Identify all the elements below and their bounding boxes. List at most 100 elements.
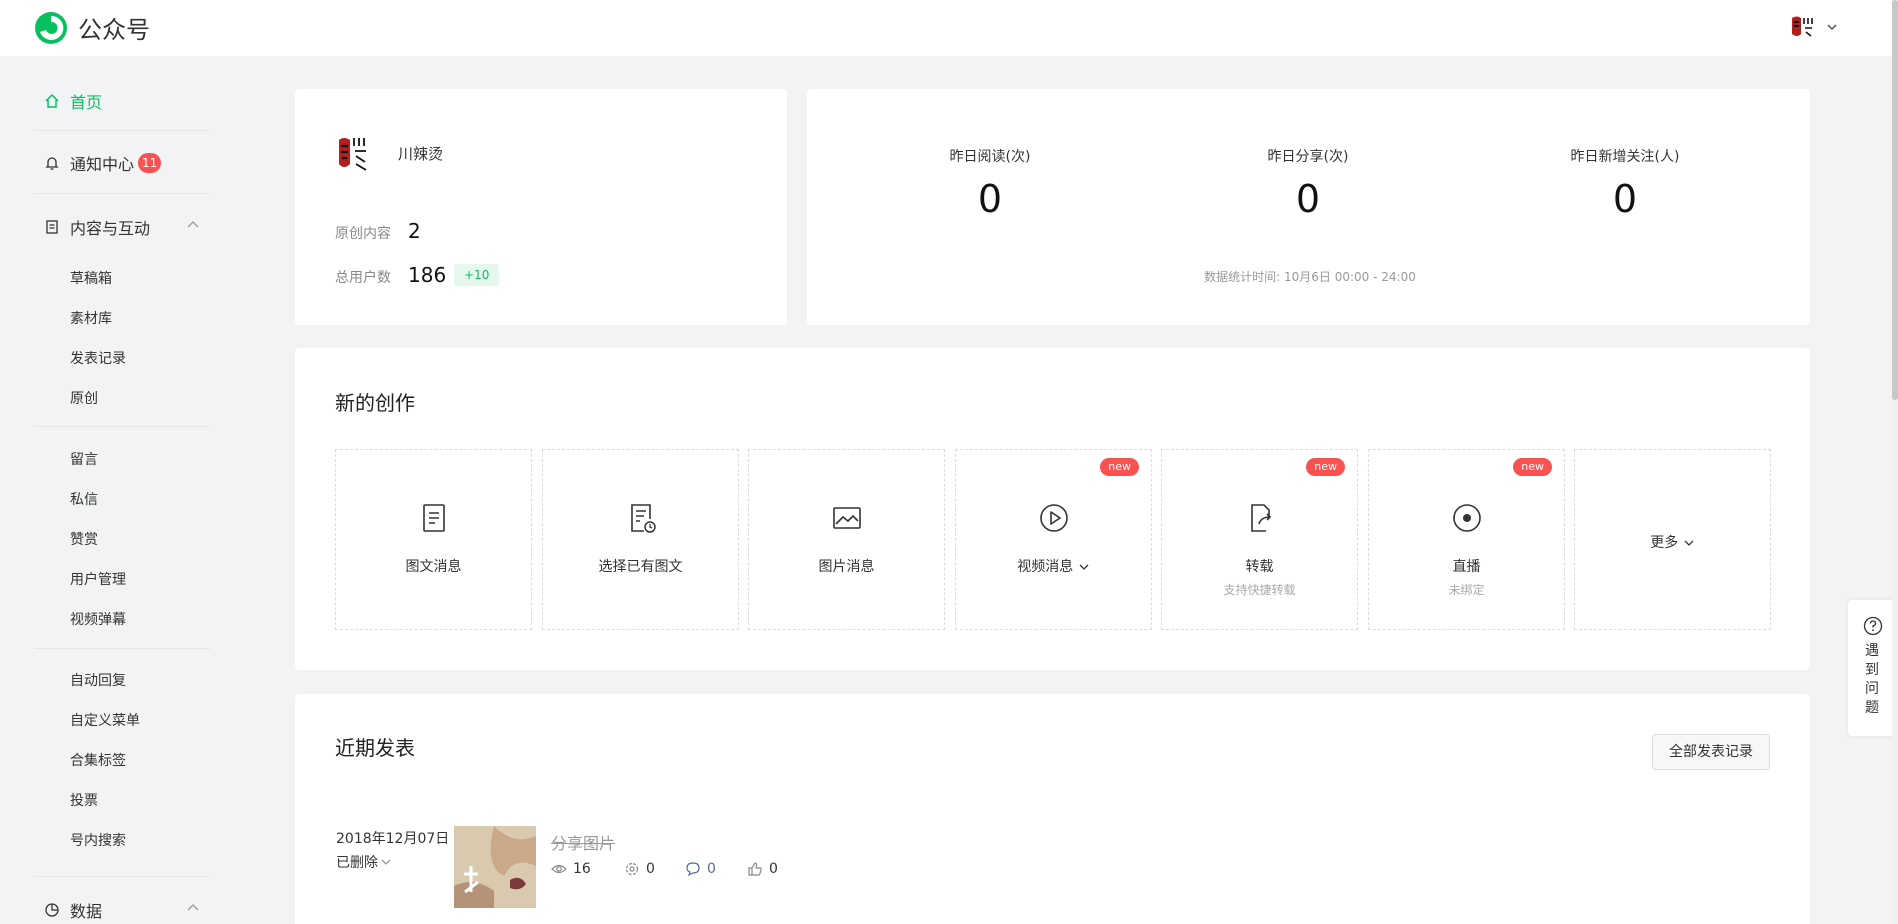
post-date: 2018年12月07日 xyxy=(336,831,450,847)
post-thumbnail[interactable] xyxy=(454,826,536,908)
account-card xyxy=(295,89,787,325)
stats-time-note: 数据统计时间: 10月6日 00:00 - 24:00 xyxy=(1204,270,1416,284)
more-label: 更多 xyxy=(1575,532,1770,552)
sidebar-item-original[interactable]: 原创 xyxy=(70,388,98,408)
document-clock-icon xyxy=(631,504,656,533)
tile-label: 直播 xyxy=(1452,559,1481,575)
user-menu[interactable] xyxy=(1790,14,1838,40)
tile-repost[interactable]: new 转载 支持快捷转载 xyxy=(1161,449,1358,630)
yesterday-reads-label: 昨日阅读(次) xyxy=(949,149,1031,165)
sidebar-item-in-account-search[interactable]: 号内搜索 xyxy=(70,830,126,850)
divider xyxy=(34,130,210,131)
yesterday-follows-label: 昨日新增关注(人) xyxy=(1570,149,1680,165)
account-avatar xyxy=(338,134,372,174)
tile-sublabel: 支持快捷转载 xyxy=(1223,583,1296,597)
share-gear-icon xyxy=(625,862,639,876)
tile-select-existing-article[interactable]: 选择已有图文 xyxy=(542,449,739,630)
help-label: 遇到问题 xyxy=(1865,643,1879,716)
wechat-mp-logo-icon xyxy=(35,11,67,44)
sidebar-item-rewards[interactable]: 赞赏 xyxy=(70,529,98,549)
chevron-down-icon xyxy=(1827,24,1837,31)
original-content-label: 原创内容 xyxy=(335,226,391,242)
yesterday-reads-value[interactable]: 0 xyxy=(880,177,1100,221)
sidebar-item-messages[interactable]: 私信 xyxy=(70,489,98,509)
tile-label: 视频消息 xyxy=(956,556,1151,576)
tile-label: 选择已有图文 xyxy=(598,559,683,575)
post-comments[interactable]: 0 xyxy=(685,861,716,877)
sidebar-item-custom-menu[interactable]: 自定义菜单 xyxy=(70,710,140,730)
brand[interactable]: 公众号 xyxy=(34,10,150,45)
chevron-up-icon[interactable] xyxy=(186,218,200,232)
views-count: 16 xyxy=(573,861,591,877)
tile-live[interactable]: new 直播 未绑定 xyxy=(1368,449,1565,630)
divider xyxy=(34,648,210,649)
play-circle-icon xyxy=(1040,504,1068,532)
sidebar-item-auto-reply[interactable]: 自动回复 xyxy=(70,670,126,690)
tile-label: 图文消息 xyxy=(405,559,462,575)
post-shares: 0 xyxy=(624,861,655,877)
page-scrollbar-thumb[interactable] xyxy=(1892,0,1898,400)
chevron-up-icon[interactable] xyxy=(186,901,200,915)
new-badge: new xyxy=(1100,458,1139,476)
shares-count: 0 xyxy=(646,861,655,877)
post-likes: 0 xyxy=(747,861,778,877)
divider xyxy=(34,876,210,877)
document-icon xyxy=(423,504,445,532)
post-status-text: 已删除 xyxy=(336,855,378,871)
divider xyxy=(34,426,210,427)
total-users-label: 总用户数 xyxy=(335,270,391,286)
yesterday-follows-value[interactable]: 0 xyxy=(1515,177,1735,221)
thumbs-up-icon xyxy=(748,862,762,876)
sidebar-item-notifications[interactable]: 通知中心 11 xyxy=(44,151,162,175)
sidebar-item-label: 首页 xyxy=(70,93,103,112)
tile-label: 转载 xyxy=(1245,559,1274,575)
sidebar-item-video-danmaku[interactable]: 视频弹幕 xyxy=(70,609,126,629)
tile-image-message[interactable]: 图片消息 xyxy=(748,449,945,630)
divider xyxy=(34,193,210,194)
post-status[interactable]: 已删除 xyxy=(336,852,392,872)
sidebar-item-user-management[interactable]: 用户管理 xyxy=(70,569,126,589)
post-title[interactable]: 分享图片 xyxy=(551,830,615,854)
tile-more[interactable]: 更多 xyxy=(1574,449,1771,630)
yesterday-shares-value[interactable]: 0 xyxy=(1198,177,1418,221)
chevron-down-icon[interactable] xyxy=(1078,561,1090,573)
sidebar-item-collection-tags[interactable]: 合集标签 xyxy=(70,750,126,770)
post-views: 16 xyxy=(551,861,591,877)
sidebar-item-label: 通知中心 xyxy=(70,155,135,174)
help-float-button[interactable]: 遇到问题 xyxy=(1848,600,1898,736)
original-content-count[interactable]: 2 xyxy=(408,219,421,243)
brand-name: 公众号 xyxy=(78,16,150,44)
chevron-down-icon xyxy=(381,859,391,865)
document-list-icon xyxy=(46,220,58,234)
sidebar xyxy=(0,56,250,924)
comment-icon xyxy=(686,862,700,877)
total-users-count[interactable]: 186 xyxy=(408,263,446,287)
tile-label-text: 视频消息 xyxy=(1017,559,1074,575)
new-badge: new xyxy=(1306,458,1345,476)
chevron-down-icon xyxy=(1684,540,1694,546)
top-bar: 公众号 xyxy=(0,0,1898,56)
likes-count: 0 xyxy=(769,861,778,877)
sidebar-item-vote[interactable]: 投票 xyxy=(70,790,98,810)
sidebar-item-home[interactable]: 首页 xyxy=(44,89,102,113)
image-icon xyxy=(833,507,861,529)
home-icon xyxy=(45,93,59,108)
sidebar-item-content[interactable]: 内容与互动 xyxy=(44,215,150,239)
tile-label: 图片消息 xyxy=(818,559,875,575)
users-delta-badge: +10 xyxy=(454,264,500,286)
tile-article-message[interactable]: 图文消息 xyxy=(335,449,532,630)
sidebar-item-materials[interactable]: 素材库 xyxy=(70,308,112,328)
sidebar-item-publish-records[interactable]: 发表记录 xyxy=(70,348,126,368)
sidebar-item-drafts[interactable]: 草稿箱 xyxy=(70,268,112,288)
tile-video-message[interactable]: new 视频消息 xyxy=(955,449,1152,630)
tile-sublabel: 未绑定 xyxy=(1448,583,1485,597)
bell-icon xyxy=(45,157,59,170)
all-publish-records-button[interactable]: 全部发表记录 xyxy=(1652,734,1770,770)
new-badge: new xyxy=(1513,458,1552,476)
more-text: 更多 xyxy=(1650,535,1679,551)
sidebar-item-data[interactable]: 数据 xyxy=(44,898,102,922)
sidebar-item-comments[interactable]: 留言 xyxy=(70,449,98,469)
record-icon xyxy=(1453,504,1481,532)
notification-count-badge: 11 xyxy=(138,153,162,173)
sidebar-item-label: 内容与互动 xyxy=(70,219,151,238)
